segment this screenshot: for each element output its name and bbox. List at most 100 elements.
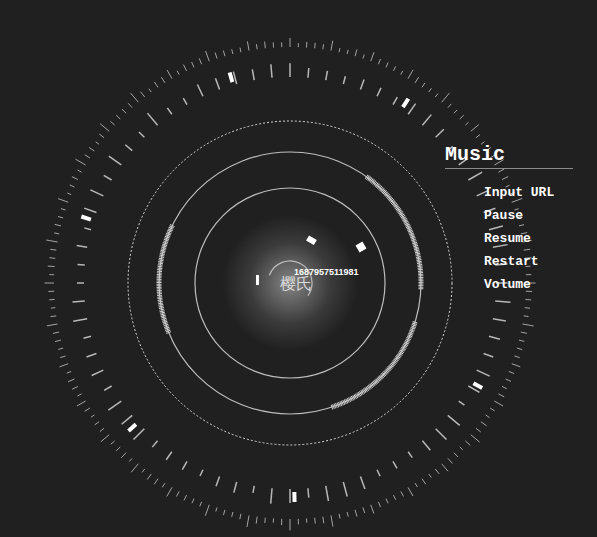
tick — [223, 510, 225, 515]
tick — [306, 518, 307, 522]
tick — [49, 257, 55, 259]
tick — [307, 488, 309, 497]
tick — [498, 394, 504, 397]
tick — [184, 495, 187, 500]
tick — [486, 415, 490, 418]
tick — [460, 447, 463, 450]
tick — [75, 159, 85, 165]
tick — [183, 98, 187, 104]
tick — [67, 193, 71, 195]
menu-item[interactable]: Resume — [484, 227, 573, 250]
tick — [465, 441, 470, 445]
tick — [377, 470, 380, 477]
tick — [51, 307, 55, 308]
ring-arc — [331, 322, 415, 408]
tick — [476, 428, 481, 432]
tick — [494, 401, 503, 406]
tick — [290, 38, 291, 47]
tick — [326, 71, 328, 80]
tick — [393, 97, 397, 105]
tick — [347, 50, 348, 54]
ring-arc — [159, 225, 173, 333]
tick — [232, 512, 233, 517]
tick — [177, 71, 179, 75]
tick — [502, 386, 507, 388]
tick — [77, 264, 84, 266]
tick — [215, 53, 217, 59]
tick — [55, 224, 61, 226]
tick — [101, 435, 109, 442]
tick — [78, 170, 82, 172]
tick — [50, 249, 56, 251]
tick — [46, 240, 57, 242]
tick — [70, 185, 75, 187]
tick — [401, 491, 404, 496]
marker — [127, 423, 137, 433]
tick — [100, 124, 109, 132]
tick — [498, 169, 504, 172]
tick — [489, 336, 500, 339]
tick — [465, 122, 468, 125]
menu-item[interactable]: Pause — [484, 204, 573, 227]
tick — [422, 83, 425, 87]
tick — [72, 177, 78, 180]
tick — [256, 517, 258, 524]
inner-ring — [195, 188, 385, 378]
tick — [44, 283, 54, 284]
tick — [99, 134, 104, 138]
tick — [141, 92, 145, 97]
tick — [162, 483, 165, 487]
tick — [422, 441, 430, 450]
tick — [435, 469, 439, 474]
tick — [525, 307, 530, 309]
tick — [289, 63, 291, 77]
tick — [460, 115, 464, 119]
tick — [436, 129, 444, 137]
tick — [85, 408, 90, 411]
marker — [228, 72, 235, 83]
tick — [506, 379, 511, 381]
tick — [247, 515, 249, 527]
tick — [322, 44, 324, 49]
tick — [252, 69, 254, 80]
tick — [109, 156, 121, 165]
menu-item[interactable]: Volume — [484, 273, 573, 296]
tick — [216, 477, 220, 487]
tick — [128, 103, 132, 107]
tick — [281, 42, 282, 47]
music-player: 樱氏1687957511981MusicInput URLPauseResume… — [0, 0, 597, 537]
tick — [192, 62, 194, 67]
tick — [512, 364, 521, 367]
tick — [166, 452, 172, 460]
menu-item[interactable]: Restart — [484, 250, 573, 273]
tick — [51, 315, 57, 317]
tick — [183, 65, 186, 71]
tick — [86, 353, 96, 357]
tick — [167, 108, 171, 114]
tick — [371, 505, 374, 514]
tick — [289, 489, 291, 503]
tick — [495, 301, 510, 302]
tick — [73, 319, 87, 321]
tick — [116, 115, 120, 119]
tick — [422, 479, 426, 485]
menu-item[interactable]: Input URL — [484, 181, 573, 204]
tick — [104, 175, 112, 180]
marker — [306, 235, 317, 245]
tick — [448, 458, 453, 463]
tick — [60, 356, 65, 358]
tick — [48, 291, 54, 292]
tick — [273, 42, 274, 47]
tick — [147, 113, 157, 125]
tick — [489, 226, 503, 230]
tick — [197, 84, 203, 96]
dashed-ring — [128, 121, 452, 445]
tick — [167, 487, 172, 496]
tick — [264, 518, 266, 523]
tick — [233, 72, 236, 84]
tick — [454, 453, 458, 457]
tick — [524, 249, 530, 251]
tick — [95, 422, 99, 425]
tick — [422, 115, 431, 126]
tick — [215, 78, 219, 89]
